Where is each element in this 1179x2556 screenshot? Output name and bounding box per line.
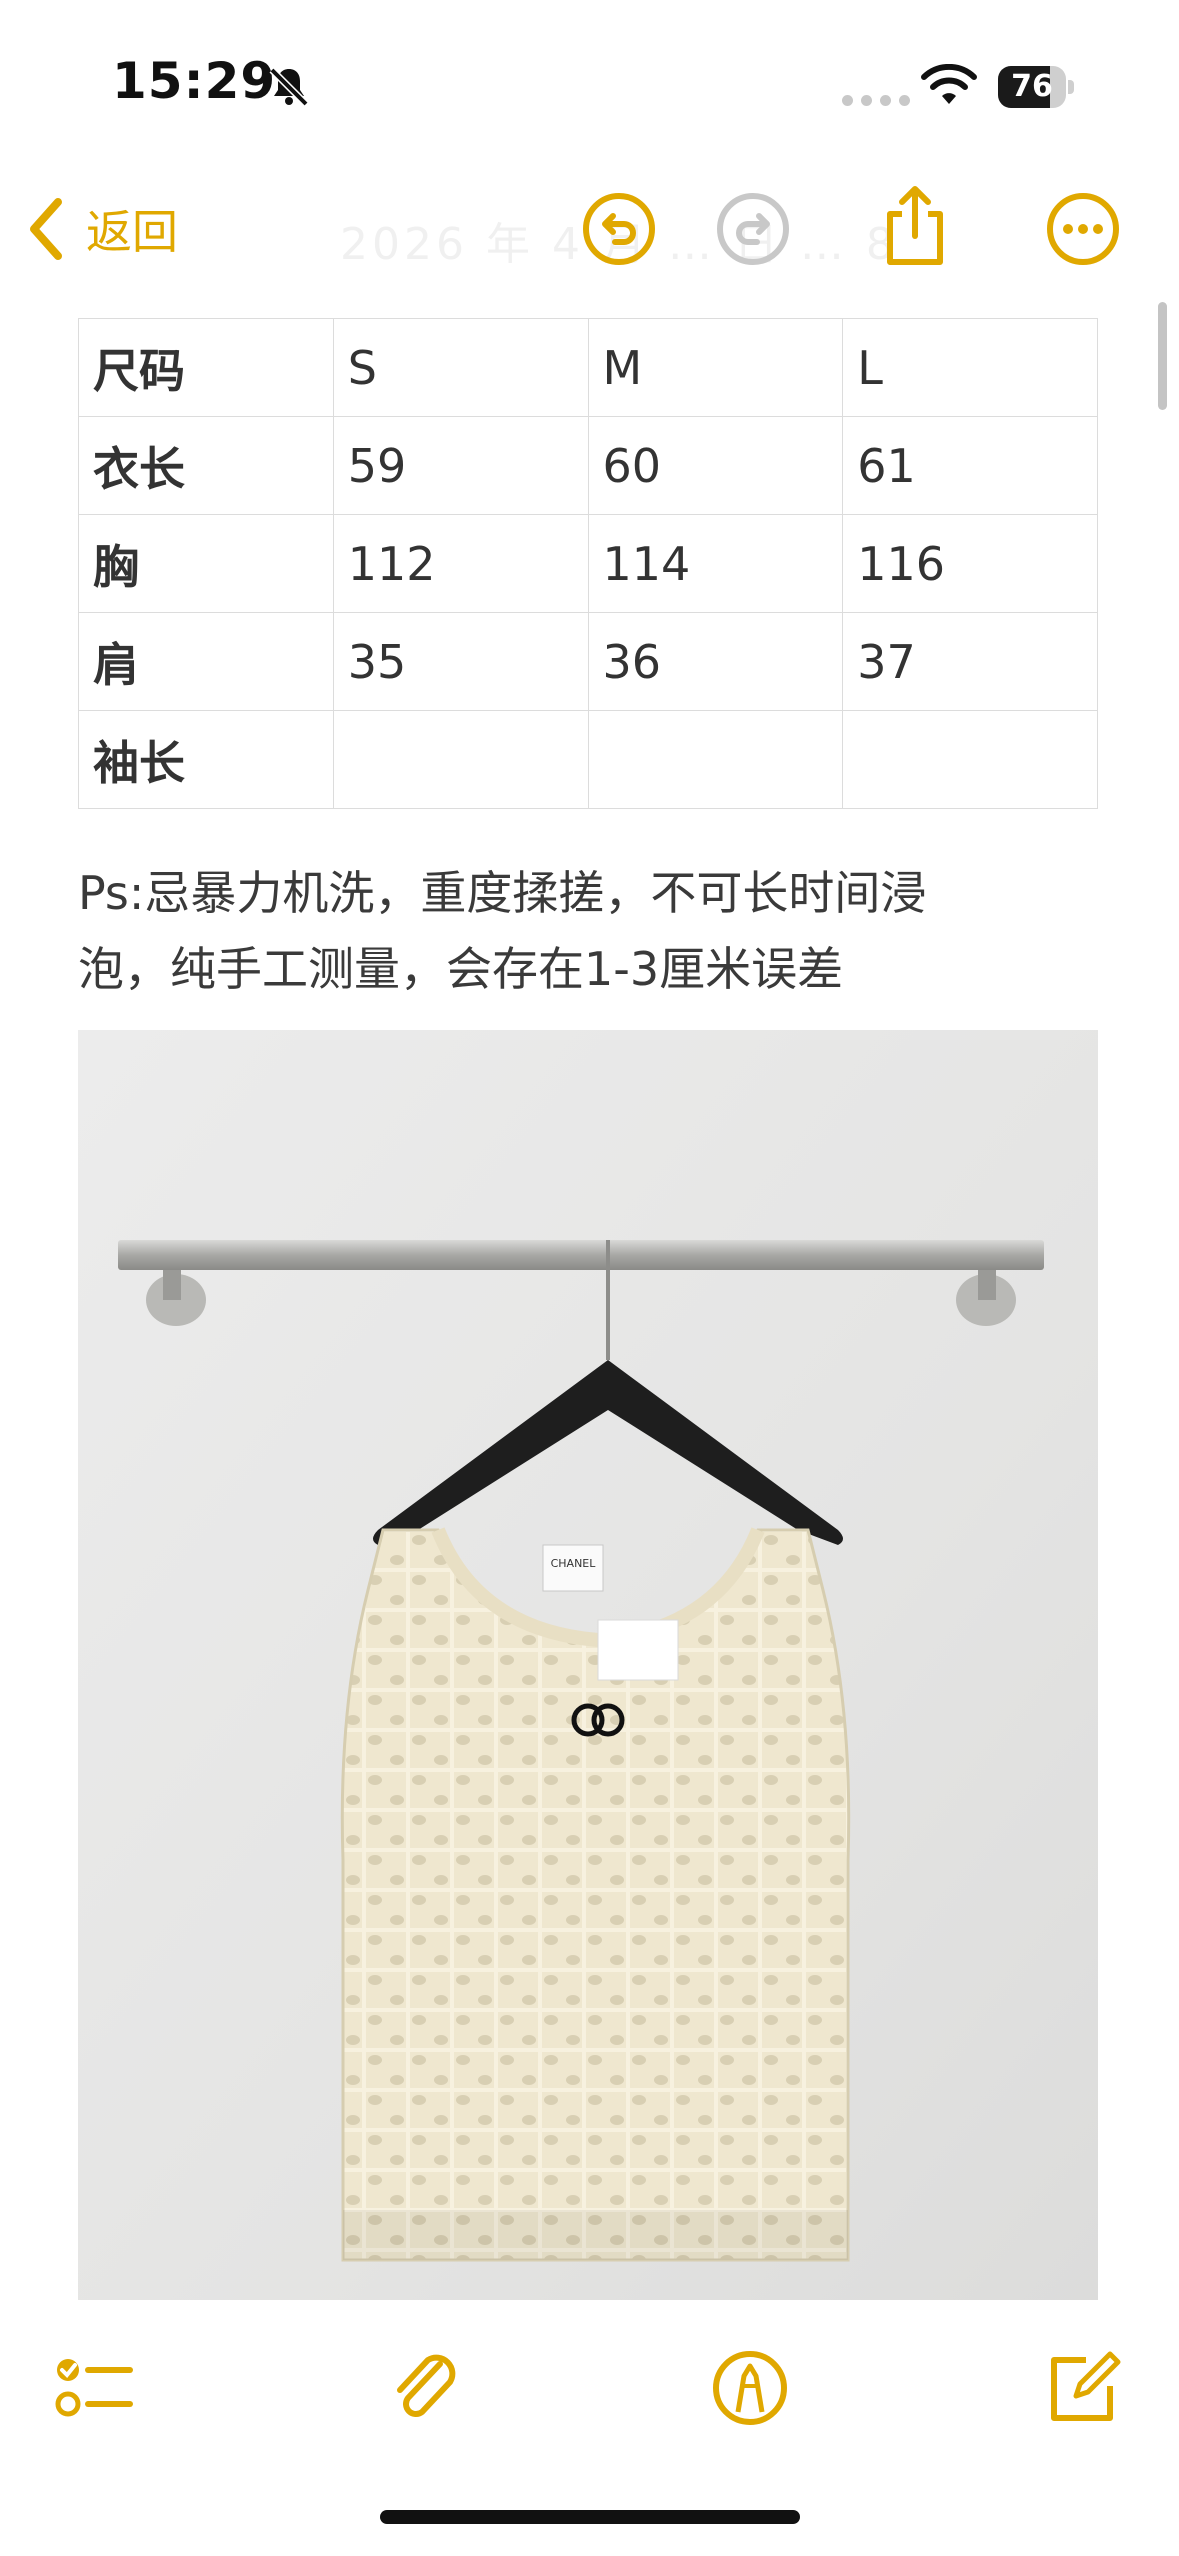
status-time: 15:29: [112, 52, 277, 110]
knit-vest-image: CHANEL: [78, 1030, 1098, 2300]
table-cell[interactable]: 61: [842, 416, 1098, 515]
status-bar: 15:29 76: [0, 0, 1179, 170]
table-cell[interactable]: 36: [587, 612, 844, 711]
wifi-icon: [921, 64, 977, 104]
nav-bar: 返回 2026 年 4 月 … 日 … 8: [0, 170, 1179, 290]
scroll-indicator[interactable]: [1158, 302, 1167, 410]
note-body-text[interactable]: Ps:忌暴力机洗，重度揉搓，不可长时间浸 泡，纯手工测量，会存在1-3厘米误差: [78, 855, 1108, 1007]
table-cell[interactable]: [842, 710, 1098, 809]
cellular-signal-icon: [842, 95, 910, 106]
table-row: 袖长: [78, 710, 1098, 809]
home-indicator[interactable]: [380, 2510, 800, 2524]
table-cell[interactable]: 衣长: [78, 416, 334, 515]
table-cell[interactable]: 35: [332, 612, 589, 711]
size-table: 尺码 S M L 衣长 59 60 61 胸 112 114 116 肩 35 …: [78, 318, 1098, 809]
back-label: 返回: [86, 205, 178, 259]
redo-icon[interactable]: [714, 190, 792, 268]
checklist-icon[interactable]: [52, 2346, 136, 2430]
table-cell[interactable]: 袖长: [78, 710, 334, 809]
table-cell[interactable]: 胸: [78, 514, 334, 613]
table-row: 尺码 S M L: [78, 318, 1098, 417]
table-row: 胸 112 114 116: [78, 514, 1098, 613]
table-row: 肩 35 36 37: [78, 612, 1098, 711]
back-button[interactable]: 返回: [24, 188, 178, 270]
table-cell[interactable]: 37: [842, 612, 1098, 711]
bottom-toolbar: [0, 2330, 1179, 2450]
table-cell[interactable]: 肩: [78, 612, 334, 711]
product-photo[interactable]: CHANEL: [78, 1030, 1098, 2300]
table-cell[interactable]: 116: [842, 514, 1098, 613]
table-cell[interactable]: L: [842, 318, 1098, 417]
table-row: 衣长 59 60 61: [78, 416, 1098, 515]
table-cell[interactable]: S: [332, 318, 589, 417]
compose-icon[interactable]: [1040, 2346, 1124, 2430]
table-cell[interactable]: 60: [587, 416, 844, 515]
undo-icon[interactable]: [580, 190, 658, 268]
table-cell[interactable]: [587, 710, 844, 809]
bell-slash-icon: [269, 67, 309, 107]
table-cell[interactable]: [332, 710, 589, 809]
note-line: Ps:忌暴力机洗，重度揉搓，不可长时间浸: [78, 866, 927, 920]
more-icon[interactable]: [1044, 190, 1122, 268]
battery-icon: 76: [998, 66, 1074, 108]
markup-pen-icon[interactable]: [708, 2346, 792, 2430]
table-cell[interactable]: 59: [332, 416, 589, 515]
share-icon[interactable]: [880, 184, 950, 268]
table-cell[interactable]: M: [587, 318, 844, 417]
table-cell[interactable]: 尺码: [78, 318, 334, 417]
note-line: 泡，纯手工测量，会存在1-3厘米误差: [78, 942, 844, 996]
table-cell[interactable]: 114: [587, 514, 844, 613]
photo-brand-label: CHANEL: [551, 1557, 597, 1570]
battery-level: 76: [1011, 69, 1053, 104]
table-cell[interactable]: 112: [332, 514, 589, 613]
chevron-left-icon: [30, 198, 62, 260]
paperclip-icon[interactable]: [384, 2346, 468, 2430]
